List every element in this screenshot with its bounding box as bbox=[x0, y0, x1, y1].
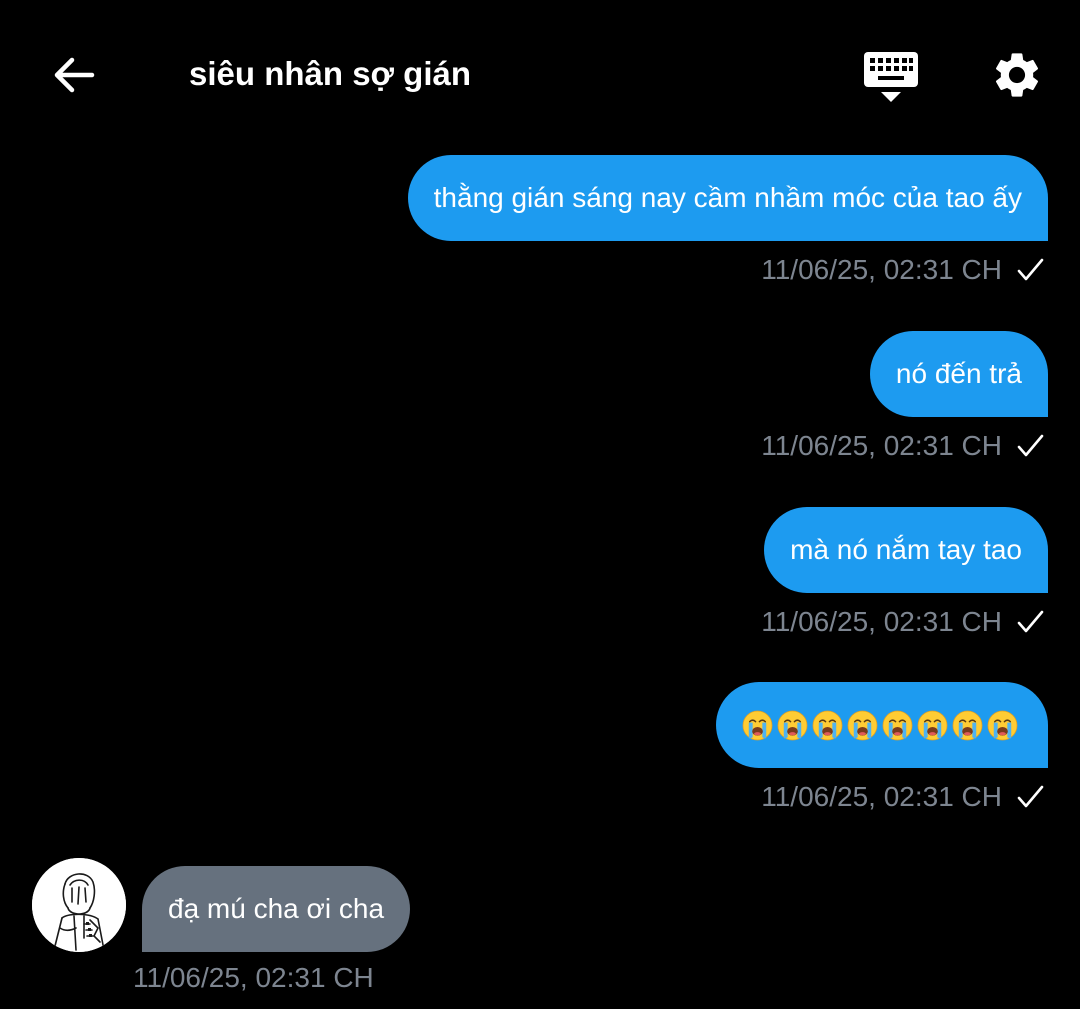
loudly-crying-face-icon bbox=[987, 710, 1018, 740]
message-timestamp: 11/06/25, 02:31 CH bbox=[761, 430, 1002, 461]
loudly-crying-face-icon bbox=[742, 710, 773, 740]
checkmark-icon bbox=[1017, 785, 1044, 808]
loudly-crying-face-icon bbox=[847, 710, 878, 740]
message-meta: 11/06/25, 02:31 CH bbox=[133, 959, 374, 997]
message-timestamp: 11/06/25, 02:31 CH bbox=[761, 254, 1002, 285]
message-text: mà nó nắm tay tao bbox=[790, 534, 1022, 565]
loudly-crying-face-icon bbox=[917, 710, 948, 740]
message-meta: 11/06/25, 02:31 CH bbox=[761, 427, 1046, 465]
checkmark-icon bbox=[1017, 434, 1044, 457]
keyboard-button[interactable] bbox=[860, 48, 922, 106]
message-meta: 11/06/25, 02:31 CH bbox=[761, 251, 1046, 289]
message-meta: 11/06/25, 02:31 CH bbox=[761, 603, 1046, 641]
gear-icon bbox=[995, 53, 1039, 97]
avatar-image bbox=[32, 858, 126, 952]
chat-header: siêu nhân sợ gián bbox=[0, 0, 1080, 150]
loudly-crying-face-icon bbox=[882, 710, 913, 740]
message-bubble-outgoing[interactable]: mà nó nắm tay tao bbox=[764, 507, 1048, 593]
message-meta: 11/06/25, 02:31 CH bbox=[761, 778, 1046, 816]
message-timestamp: 11/06/25, 02:31 CH bbox=[761, 606, 1002, 637]
keyboard-icon bbox=[864, 52, 918, 102]
back-button[interactable] bbox=[44, 46, 104, 104]
message-bubble-incoming[interactable]: đạ mú cha ơi cha bbox=[142, 866, 411, 952]
message-text: đạ mú cha ơi cha bbox=[168, 893, 385, 924]
loudly-crying-face-icon bbox=[812, 710, 843, 740]
message-text: nó đến trả bbox=[895, 358, 1022, 389]
message-text: thằng gián sáng nay cầm nhầm móc của tao… bbox=[433, 182, 1022, 213]
checkmark-icon bbox=[1017, 610, 1044, 633]
settings-button[interactable] bbox=[986, 46, 1048, 104]
loudly-crying-face-icon bbox=[777, 710, 808, 740]
arrow-left-icon bbox=[54, 57, 95, 93]
message-timestamp: 11/06/25, 02:31 CH bbox=[761, 781, 1002, 812]
avatar[interactable] bbox=[32, 858, 126, 952]
chat-title: siêu nhân sợ gián bbox=[189, 55, 472, 92]
message-timestamp: 11/06/25, 02:31 CH bbox=[133, 962, 374, 993]
emoji-message bbox=[742, 710, 1022, 741]
message-bubble-outgoing[interactable]: thằng gián sáng nay cầm nhầm móc của tao… bbox=[407, 155, 1048, 241]
checkmark-icon bbox=[1017, 258, 1044, 281]
message-bubble-outgoing[interactable] bbox=[716, 682, 1048, 768]
message-bubble-outgoing[interactable]: nó đến trả bbox=[869, 331, 1048, 417]
loudly-crying-face-icon bbox=[952, 710, 983, 740]
